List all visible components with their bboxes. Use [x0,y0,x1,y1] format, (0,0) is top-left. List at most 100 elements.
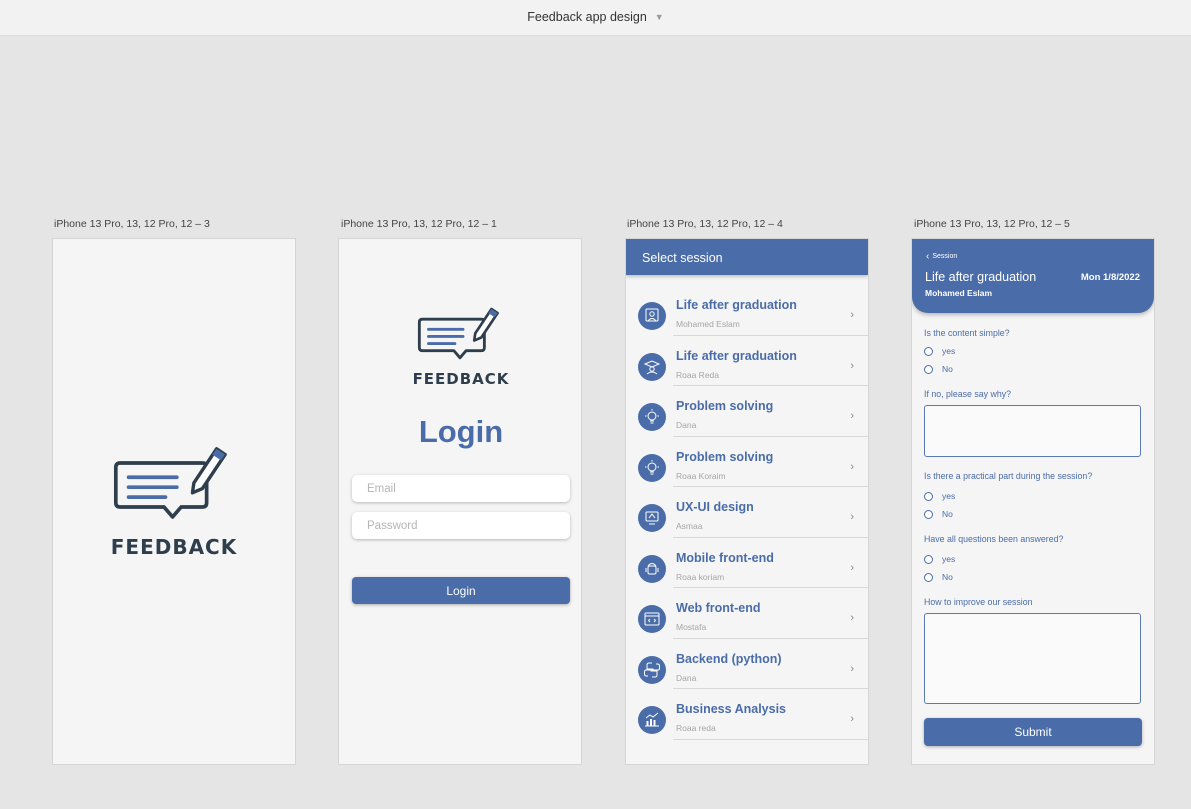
session-title: Life after graduation [676,298,797,312]
login-title: Login [418,414,504,449]
session-speaker: Dana [676,672,697,683]
artboard-label-splash[interactable]: iPhone 13 Pro, 13, 12 Pro, 12 – 3 [54,218,210,230]
list-item[interactable]: UX-UI design Asmaa › [626,487,868,538]
session-title: Problem solving [676,449,774,464]
logo-text: FEEDBACK [110,535,238,559]
document-title-dropdown[interactable]: Feedback app design ▼ [0,10,1191,24]
session-title: Web front-end [676,601,761,615]
list-item[interactable]: Web front-end Mostafa › [626,588,868,639]
chevron-right-icon: › [850,612,854,624]
session-header: ‹ Session Life after graduation Mon 1/8/… [912,239,1154,313]
session-list: Life after graduation Mohamed Eslam › Li… [626,285,868,740]
improve-textarea[interactable] [924,613,1141,704]
list-item[interactable]: Life after graduation Roaa Reda › [626,336,868,386]
radio-q1-no[interactable]: No [924,364,953,374]
feedback-logo: FEEDBACK [103,446,245,559]
login-button[interactable]: Login [352,577,570,604]
question-why: If no, please say why? [924,389,1012,399]
web-code-icon [638,605,666,633]
session-date: Mon 1/8/2022 [1080,272,1140,283]
list-item[interactable]: Life after graduation Mohamed Eslam › [626,285,868,336]
radio-circle [924,554,933,564]
select-session-header: Select session [626,239,868,275]
session-title: Mobile front-end [676,550,774,565]
artboard-splash[interactable]: FEEDBACK [52,238,296,765]
radio-label: No [942,364,953,374]
question-improve: How to improve our session [924,597,1033,607]
password-field[interactable] [352,512,570,539]
list-item[interactable]: Business Analysis Roaa reda › [626,689,868,740]
graduate-icon [638,302,666,330]
list-item[interactable]: Problem solving Roaa Koraim › [626,437,868,487]
session-title: UX-UI design [676,500,754,514]
session-speaker: Roaa koriam [676,571,725,582]
radio-label: yes [942,346,956,356]
session-title: Backend (python) [676,651,782,666]
radio-label: yes [942,491,956,501]
lightbulb-icon [638,453,666,482]
back-button[interactable]: ‹ Session [926,251,957,262]
session-speaker: Roaa Koraim [676,470,726,481]
artboard-form[interactable]: ‹ Session Life after graduation Mon 1/8/… [911,238,1155,765]
chevron-right-icon: › [850,662,854,675]
chevron-right-icon: › [850,713,854,725]
why-textarea[interactable] [924,405,1141,457]
session-speaker: Dana [676,420,697,430]
email-field[interactable] [352,475,570,502]
radio-q2-yes[interactable]: yes [924,491,955,501]
android-icon [638,554,666,583]
submit-button[interactable]: Submit [924,718,1142,746]
logo-text: FEEDBACK [412,370,510,388]
list-item[interactable]: Backend (python) Dana › [626,639,868,689]
python-icon [638,655,666,684]
artboard-label-sessions[interactable]: iPhone 13 Pro, 13, 12 Pro, 12 – 4 [627,218,783,230]
artboard-sessions[interactable]: Select session Life after graduation Moh… [625,238,869,765]
top-bar: Feedback app design ▼ [0,0,1191,36]
chevron-right-icon: › [850,309,854,321]
chart-icon [638,706,666,734]
radio-label: No [942,509,953,519]
radio-circle [924,491,933,501]
radio-circle [924,509,933,519]
radio-circle [924,346,933,356]
radio-circle [924,364,933,374]
radio-label: yes [942,554,956,564]
feedback-logo: FEEDBACK [410,307,512,388]
artboard-label-form[interactable]: iPhone 13 Pro, 13, 12 Pro, 12 – 5 [914,218,1070,230]
session-speaker: Roaa Reda [676,369,720,380]
chevron-down-icon: ▼ [654,12,664,22]
session-speaker: Mohamed Eslam [676,319,740,329]
session-speaker: Asmaa [676,521,703,531]
artboard-login[interactable]: FEEDBACK Login Login [338,238,582,765]
chevron-right-icon: › [850,511,854,523]
document-title: Feedback app design [527,10,647,24]
artboard-label-login[interactable]: iPhone 13 Pro, 13, 12 Pro, 12 – 1 [341,218,497,230]
chevron-left-icon: ‹ [926,251,930,262]
radio-q1-yes[interactable]: yes [924,346,955,356]
graduate-icon [638,352,666,381]
divider [673,738,868,740]
radio-q3-no[interactable]: No [924,572,953,582]
question-practical-part: Is there a practical part during the ses… [924,471,1093,481]
radio-circle [924,572,933,582]
radio-label: No [942,572,953,582]
question-questions-answered: Have all questions been answered? [924,534,1064,544]
session-title: Business Analysis [676,702,787,716]
list-item[interactable]: Mobile front-end Roaa koriam › [626,538,868,588]
list-item[interactable]: Problem solving Dana › [626,386,868,437]
back-label: Session [932,253,958,260]
chevron-right-icon: › [850,410,854,422]
chevron-right-icon: › [850,460,854,473]
session-author: Mohamed Eslam [925,288,993,298]
design-icon [638,504,666,532]
radio-q3-yes[interactable]: yes [924,554,955,564]
chevron-right-icon: › [850,359,854,372]
session-speaker: Roaa reda [676,723,716,733]
lightbulb-icon [638,403,666,431]
session-title: Problem solving [676,399,774,413]
question-content-simple: Is the content simple? [924,328,1010,338]
session-speaker: Mostafa [676,622,707,632]
radio-q2-no[interactable]: No [924,509,953,519]
feedback-chat-pencil-icon [113,447,227,519]
session-title: Life after graduation [676,348,797,363]
